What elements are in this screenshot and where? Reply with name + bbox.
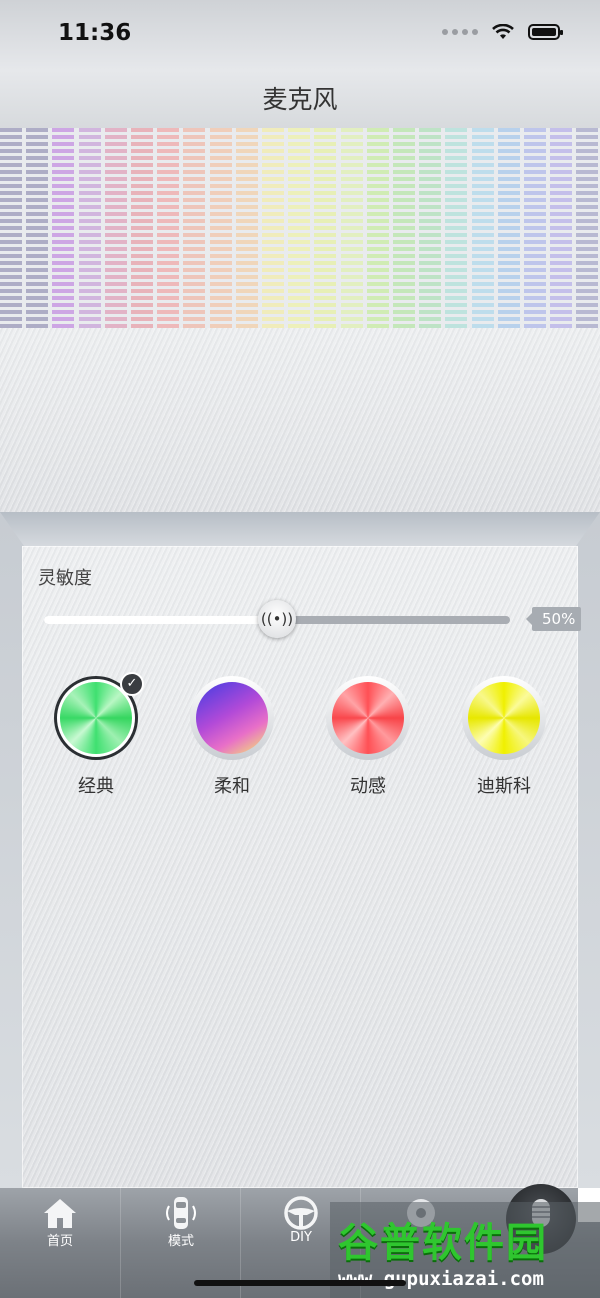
mode-dynamic[interactable]: 动感 [318, 676, 418, 798]
wifi-icon [492, 24, 514, 39]
equalizer-bar [314, 128, 337, 328]
mode-disco-orb[interactable] [462, 676, 546, 760]
equalizer-bar [209, 128, 232, 328]
tab-home[interactable]: 首页 [0, 1188, 120, 1298]
mode-classic-orb[interactable]: ✓ [54, 672, 144, 760]
metal-background [0, 328, 600, 512]
sensitivity-label: 灵敏度 [38, 568, 92, 589]
mode-soft-orb[interactable] [190, 676, 274, 760]
car-icon [121, 1196, 241, 1230]
equalizer-bar [445, 128, 468, 328]
equalizer-bar [550, 128, 573, 328]
home-indicator [194, 1280, 406, 1286]
mode-soft[interactable]: 柔和 [182, 676, 282, 798]
mode-disco-label: 迪斯科 [477, 776, 531, 797]
equalizer-bar [157, 128, 180, 328]
equalizer-bar [183, 128, 206, 328]
watermark-title: 谷普软件园 [338, 1220, 548, 1266]
equalizer-bar [393, 128, 415, 328]
signal-icon [442, 29, 478, 35]
tab-home-label: 首页 [46, 1234, 73, 1249]
settings-panel: 灵敏度 ((•)) 50% ✓ 经典 柔和 动感 迪斯科 [22, 546, 582, 1188]
status-icons [442, 24, 563, 40]
page-title: 麦克风 [262, 85, 338, 114]
battery-icon [528, 24, 563, 40]
equalizer-bar [52, 128, 75, 328]
equalizer-visual [0, 128, 600, 328]
selected-check-icon: ✓ [120, 672, 144, 696]
equalizer-bar [471, 128, 494, 328]
top-bar: 11:36 麦克风 [0, 0, 600, 128]
tab-mode-label: 模式 [167, 1234, 194, 1249]
equalizer-bar [262, 128, 284, 328]
mode-list: ✓ 经典 柔和 动感 迪斯科 [22, 672, 578, 806]
equalizer-bar [104, 128, 127, 328]
equalizer-bar [288, 128, 311, 328]
sensitivity-value-badge: 50% [525, 607, 582, 631]
mode-dynamic-label: 动感 [350, 776, 386, 797]
equalizer-bar [340, 128, 363, 328]
mode-disco[interactable]: 迪斯科 [454, 676, 554, 798]
equalizer-bar [26, 128, 49, 328]
panel-bevel [0, 512, 600, 546]
watermark-url: www.gupuxiazai.com [338, 1268, 544, 1290]
sensitivity-slider-thumb[interactable]: ((•)) [258, 600, 296, 638]
broadcast-icon: ((•)) [260, 610, 294, 628]
equalizer-bar [235, 128, 258, 328]
mode-classic[interactable]: ✓ 经典 [46, 672, 146, 798]
sensitivity-slider-fill [44, 616, 277, 624]
equalizer-bar [497, 128, 520, 328]
equalizer-bar [419, 128, 442, 328]
home-icon [0, 1196, 120, 1230]
equalizer-bar [78, 128, 101, 328]
mode-classic-label: 经典 [78, 776, 114, 797]
status-time: 11:36 [58, 20, 132, 46]
equalizer-bar [366, 128, 389, 328]
equalizer-bar [0, 128, 22, 328]
equalizer-bar [524, 128, 546, 328]
equalizer-bar [131, 128, 153, 328]
mode-dynamic-orb[interactable] [326, 676, 410, 760]
equalizer-bar [576, 128, 599, 328]
mode-soft-label: 柔和 [214, 776, 250, 797]
